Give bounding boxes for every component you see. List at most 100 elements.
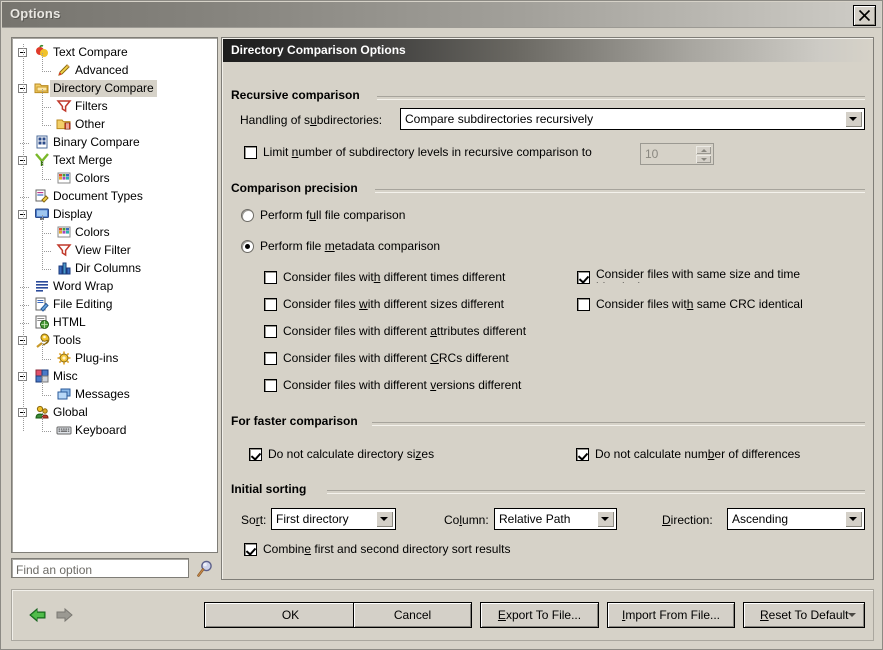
sidebar-item-label: Dir Columns [75, 261, 142, 275]
subdirectory-levels-value: 10 [645, 147, 659, 161]
tree-connector [42, 179, 52, 180]
direction-value: Ascending [732, 512, 789, 526]
precision-left-check-3-checkbox[interactable] [264, 352, 277, 365]
back-arrow-icon[interactable] [28, 606, 48, 624]
word-wrap-icon [34, 278, 50, 295]
chevron-down-icon[interactable] [845, 511, 862, 527]
sidebar-item-label: Display [53, 207, 93, 221]
radio-file-metadata-comparison[interactable] [241, 240, 254, 253]
stepper-up-icon[interactable] [696, 146, 711, 154]
chevron-down-icon[interactable] [845, 111, 862, 127]
sidebar-item-label: Word Wrap [53, 279, 114, 293]
sidebar-item-html[interactable]: HTML [12, 314, 217, 332]
tree-connector [42, 215, 43, 269]
plugins-icon [56, 350, 72, 367]
sidebar-item-label: Document Types [53, 189, 143, 203]
precision-left-check-4-checkbox[interactable] [264, 379, 277, 392]
search-icon[interactable] [195, 559, 215, 579]
sidebar-item-binary-compare[interactable]: Binary Compare [12, 134, 217, 152]
subdirectory-levels-stepper[interactable]: 10 [640, 143, 714, 165]
reset-to-default-button[interactable]: Reset To Default [743, 602, 865, 628]
search-input[interactable] [14, 561, 190, 578]
document-types-icon [34, 188, 50, 205]
sidebar-item-label: Misc [53, 369, 78, 383]
sidebar-item-label: HTML [53, 315, 86, 329]
ok-button-label: OK [281, 608, 300, 622]
colors-icon [56, 224, 72, 241]
tree-connector [42, 251, 52, 252]
sidebar-item-label: Tools [53, 333, 82, 347]
tree-connector [42, 359, 52, 360]
pane-header: Directory Comparison Options [223, 39, 872, 62]
tree-connector [42, 341, 43, 359]
tree-connector [42, 377, 43, 395]
reset-to-default-label: Reset To Default [760, 608, 849, 622]
import-from-file-label: Import From File... [621, 608, 721, 622]
radio-file-metadata-comparison-label: Perform file metadata comparison [260, 239, 441, 253]
group-title-precision: Comparison precision [231, 181, 364, 195]
sidebar-item-label: Filters [75, 99, 108, 113]
precision-right-check-1-checkbox[interactable] [577, 298, 590, 311]
file-editing-icon [34, 296, 50, 313]
options-tree-panel[interactable]: Text Compare Advanced Directory Compare Fil… [11, 37, 218, 553]
cancel-button-label: Cancel [393, 608, 432, 622]
tree-connector [42, 53, 43, 71]
sidebar-item-label: Colors [75, 171, 110, 185]
radio-full-file-comparison[interactable] [241, 209, 254, 222]
radio-full-file-comparison-label: Perform full file comparison [260, 208, 406, 222]
precision-left-check-3-label: Consider files with different CRCs diffe… [283, 351, 509, 365]
pane-header-title: Directory Comparison Options [231, 43, 406, 57]
close-button[interactable] [853, 5, 876, 26]
precision-right-check-1-label: Consider files with same CRC identical [596, 297, 803, 311]
combine-sort-results-checkbox[interactable] [244, 543, 257, 556]
faster-check-1-checkbox[interactable] [576, 448, 589, 461]
precision-left-check-2-checkbox[interactable] [264, 325, 277, 338]
faster-check-0-checkbox[interactable] [249, 448, 262, 461]
cancel-button[interactable]: Cancel [353, 602, 472, 628]
sidebar-item-word-wrap[interactable]: Word Wrap [12, 278, 217, 296]
sidebar-item-file-editing[interactable]: File Editing [12, 296, 217, 314]
tree-connector [20, 143, 30, 144]
precision-right-check-0-checkbox[interactable] [577, 271, 590, 284]
chevron-down-icon[interactable] [597, 511, 614, 527]
tree-connector [42, 269, 52, 270]
search-box[interactable] [11, 558, 190, 578]
colors-icon [56, 170, 72, 187]
tree-connector [42, 233, 52, 234]
sidebar-item-label: Text Merge [53, 153, 113, 167]
sort-combo[interactable]: First directory [271, 508, 396, 530]
column-combo[interactable]: Relative Path [494, 508, 617, 530]
faster-check-1-label: Do not calculate number of differences [595, 447, 801, 461]
sidebar-item-label: File Editing [53, 297, 113, 311]
group-rule-faster [372, 422, 865, 426]
export-to-file-button[interactable]: Export To File... [480, 602, 599, 628]
direction-combo[interactable]: Ascending [727, 508, 865, 530]
tree-connector [42, 431, 52, 432]
import-from-file-button[interactable]: Import From File... [607, 602, 735, 628]
limit-subdirectory-levels-checkbox[interactable] [244, 146, 257, 159]
chevron-down-icon[interactable] [376, 511, 393, 527]
sort-value: First directory [276, 512, 349, 526]
precision-left-check-0-checkbox[interactable] [264, 271, 277, 284]
precision-left-check-1-label: Consider files with different sizes diff… [283, 297, 505, 311]
precision-left-check-0-label: Consider files with different times diff… [283, 270, 506, 284]
column-label: Column: [444, 513, 489, 527]
sidebar-item-document-types[interactable]: Document Types [12, 188, 217, 206]
tree-connector [42, 89, 43, 125]
precision-left-check-1-checkbox[interactable] [264, 298, 277, 311]
options-dialog: Options Text Compare Advanced Directory Co… [0, 0, 883, 650]
ok-button[interactable]: OK [204, 602, 377, 628]
handling-of-subdirectories-value: Compare subdirectories recursively [405, 112, 594, 126]
stepper-down-icon[interactable] [696, 155, 711, 163]
tree-connector [42, 71, 52, 72]
binary-compare-icon [34, 134, 50, 151]
tree-connector [42, 161, 43, 179]
html-icon [34, 314, 50, 331]
faster-check-0-label: Do not calculate directory sizes [268, 447, 435, 461]
tree-connector [42, 125, 52, 126]
chevron-down-icon[interactable] [848, 613, 856, 617]
options-tree: Text Compare Advanced Directory Compare Fil… [12, 38, 217, 440]
handling-of-subdirectories-combo[interactable]: Compare subdirectories recursively [400, 108, 865, 130]
group-title-sorting: Initial sorting [231, 482, 313, 496]
handling-of-subdirectories-label: Handling of subdirectories: [240, 113, 383, 127]
